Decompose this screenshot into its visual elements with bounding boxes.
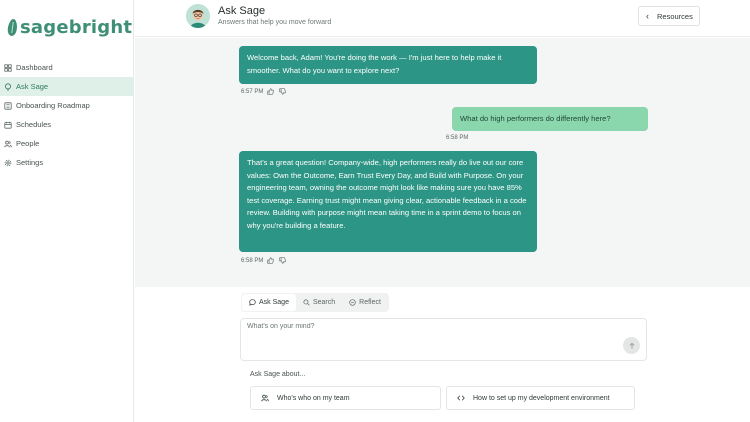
user-message: What do high performers do differently h… bbox=[452, 107, 648, 131]
brand-name: sagebright bbox=[20, 16, 133, 38]
sidebar-item-onboarding-roadmap[interactable]: Onboarding Roadmap bbox=[0, 96, 133, 115]
bot-message: Welcome back, Adam! You're doing the wor… bbox=[239, 46, 537, 84]
sidebar: sagebright Dashboard Ask Sage Onboarding… bbox=[0, 0, 134, 422]
message-meta: 6:58 PM bbox=[446, 135, 468, 141]
tab-reflect[interactable]: Reflect bbox=[342, 294, 388, 311]
message-time: 6:57 PM bbox=[241, 89, 264, 95]
list-icon bbox=[4, 101, 12, 110]
message-input[interactable] bbox=[247, 323, 607, 339]
sidebar-item-people[interactable]: People bbox=[0, 134, 133, 153]
chevron-left-icon: ‹ bbox=[646, 11, 649, 21]
thumbs-down-icon[interactable] bbox=[279, 88, 287, 96]
sidebar-item-label: Onboarding Roadmap bbox=[16, 101, 90, 110]
composer: Ask Sage Search Reflect Ask Sage about..… bbox=[135, 288, 750, 422]
message-meta: 6:57 PM bbox=[241, 88, 287, 96]
reflect-circle-icon bbox=[349, 299, 356, 306]
sidebar-nav: Dashboard Ask Sage Onboarding Roadmap Sc… bbox=[0, 58, 133, 172]
arrow-up-icon bbox=[629, 342, 634, 349]
mode-tabs: Ask Sage Search Reflect bbox=[241, 293, 389, 312]
sage-avatar bbox=[186, 4, 210, 28]
calendar-icon bbox=[4, 121, 12, 129]
message-input-box bbox=[240, 318, 647, 361]
message-text: Welcome back, Adam! You're doing the wor… bbox=[247, 53, 502, 75]
page-title: Ask Sage bbox=[218, 5, 266, 17]
lightbulb-icon bbox=[4, 82, 12, 91]
leaf-icon bbox=[6, 17, 19, 37]
thumbs-up-icon[interactable] bbox=[267, 257, 275, 265]
sidebar-item-label: Settings bbox=[16, 158, 44, 167]
tab-search[interactable]: Search bbox=[296, 294, 342, 311]
chat-header: Ask Sage Answers that help you move forw… bbox=[135, 0, 750, 37]
resources-label: Resources bbox=[657, 11, 693, 21]
sidebar-item-label: Schedules bbox=[16, 120, 52, 129]
sidebar-item-label: Dashboard bbox=[16, 63, 53, 72]
page-subtitle: Answers that help you move forward bbox=[218, 19, 332, 26]
tab-label: Ask Sage bbox=[259, 299, 289, 306]
send-button[interactable] bbox=[623, 337, 640, 354]
code-icon bbox=[456, 394, 465, 403]
chat-thread[interactable]: Welcome back, Adam! You're doing the wor… bbox=[135, 38, 750, 287]
suggestion-chip-dev-environment[interactable]: How to set up my development environment bbox=[446, 386, 635, 410]
resources-button[interactable]: ‹ Resources bbox=[638, 6, 700, 26]
message-time: 6:58 PM bbox=[241, 258, 264, 264]
suggestion-label: How to set up my development environment bbox=[473, 394, 610, 402]
bot-message: That's a great question! Company-wide, h… bbox=[239, 151, 537, 252]
suggestion-label: Who's who on my team bbox=[277, 394, 350, 402]
brand-logo[interactable]: sagebright bbox=[6, 14, 133, 40]
search-icon bbox=[303, 299, 310, 306]
people-icon bbox=[260, 394, 269, 403]
grid-icon bbox=[4, 63, 12, 72]
thumbs-down-icon[interactable] bbox=[279, 257, 287, 265]
tab-label: Reflect bbox=[359, 299, 381, 306]
sidebar-item-settings[interactable]: Settings bbox=[0, 153, 133, 172]
sidebar-item-schedules[interactable]: Schedules bbox=[0, 115, 133, 134]
tab-label: Search bbox=[312, 299, 336, 306]
message-text: What do high performers do differently h… bbox=[460, 113, 611, 123]
message-text: That's a great question! Company-wide, h… bbox=[247, 158, 527, 230]
thumbs-up-icon[interactable] bbox=[267, 88, 275, 96]
suggestion-chip-team[interactable]: Who's who on my team bbox=[250, 386, 441, 410]
sidebar-item-label: People bbox=[16, 139, 40, 148]
chat-bubble-icon bbox=[249, 299, 256, 306]
message-meta: 6:58 PM bbox=[241, 257, 287, 265]
gear-icon bbox=[4, 159, 12, 167]
tab-ask-sage[interactable]: Ask Sage bbox=[242, 294, 296, 311]
ask-about-label: Ask Sage about... bbox=[250, 371, 306, 378]
sidebar-item-dashboard[interactable]: Dashboard bbox=[0, 58, 133, 77]
people-icon bbox=[4, 140, 12, 148]
sidebar-item-label: Ask Sage bbox=[16, 82, 49, 91]
sidebar-item-ask-sage[interactable]: Ask Sage bbox=[0, 77, 133, 96]
message-time: 6:58 PM bbox=[446, 135, 469, 141]
